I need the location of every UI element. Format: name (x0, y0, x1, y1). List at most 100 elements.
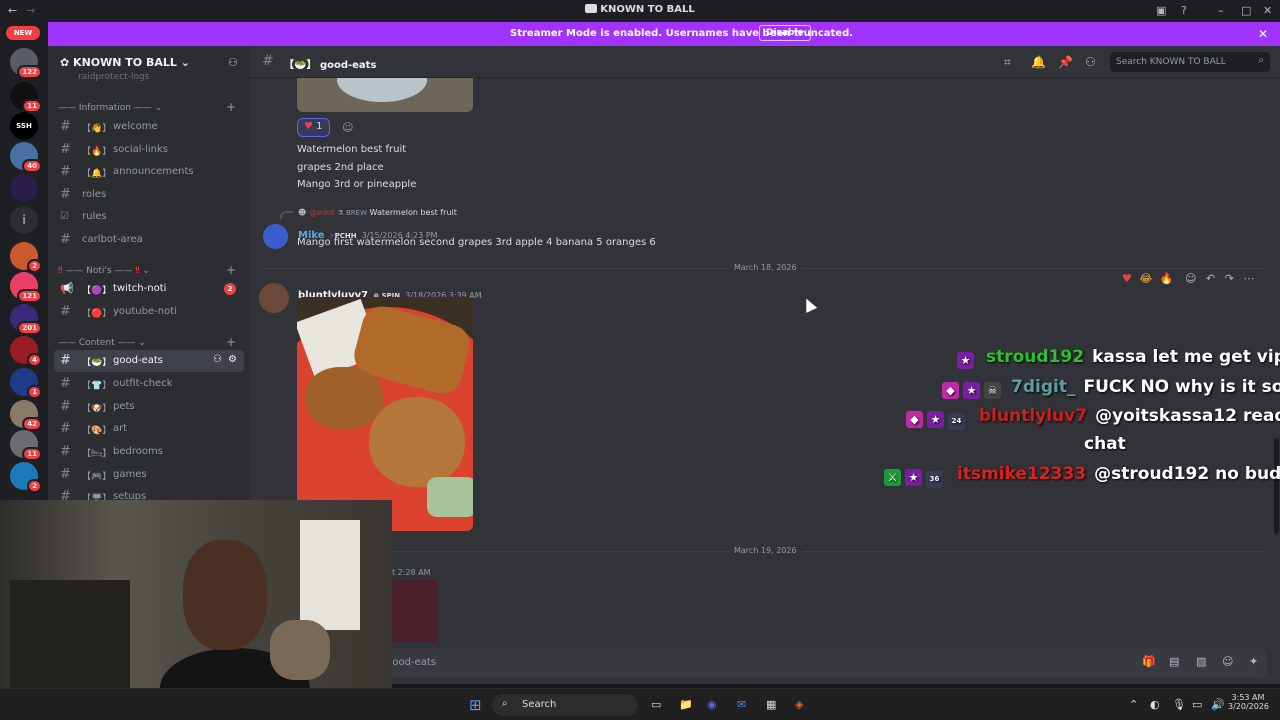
category-notis[interactable]: ‼ —— Noti's —— ‼ ⌄ (58, 266, 150, 276)
member-list-icon[interactable]: ⚇ (1085, 55, 1096, 69)
close-banner-icon[interactable]: ✕ (1258, 27, 1268, 41)
food-emoji-icon: 【🥗】 (284, 60, 320, 71)
fire-reaction-icon[interactable]: 🔥 (1160, 272, 1174, 285)
burger-image[interactable] (297, 297, 473, 531)
add-reaction-icon[interactable]: ☺ (1185, 272, 1196, 285)
hash-icon: # (60, 187, 71, 202)
app-icon[interactable]: ◈ (795, 698, 803, 711)
channel-rules[interactable]: ☑ rules (54, 206, 244, 228)
invite-icon[interactable]: ⚇ (213, 354, 222, 365)
settings-gear-icon[interactable]: ⚙ (228, 354, 237, 365)
new-badge[interactable]: NEW (6, 26, 40, 40)
reply-icon[interactable]: ↶ (1206, 272, 1215, 285)
server-icon[interactable]: 11 (10, 430, 42, 461)
minimize-icon[interactable]: – (1218, 4, 1224, 17)
search-icon: ⌕ (1258, 55, 1264, 66)
channel-announcements[interactable]: # 【🔔】 announcements (54, 161, 244, 183)
laugh-reaction-icon[interactable]: 😂 (1139, 272, 1152, 285)
gif-icon[interactable]: ▤ (1169, 655, 1179, 668)
red-circle-emoji-icon: 【🔴】 (82, 309, 112, 319)
channel-bedrooms[interactable]: # 【🛏】 bedrooms (54, 441, 244, 463)
channel-art[interactable]: # 【🎨】 art (54, 418, 244, 440)
category-content[interactable]: —— Content —— ⌄ (58, 338, 146, 348)
channel-games[interactable]: # 【🎮】 games (54, 464, 244, 486)
server-name[interactable]: ✿ KNOWN TO BALL ⌄ (60, 56, 190, 69)
heart-reaction[interactable]: ♥ 1 (297, 118, 330, 137)
channel-carlbot-area[interactable]: # carlbot-area (54, 229, 244, 251)
controller-emoji-icon: 【🎮】 (82, 472, 112, 482)
gift-icon[interactable]: 🎁 (1142, 655, 1156, 668)
server-icon[interactable]: 4 (10, 336, 42, 367)
reply-preview[interactable]: ☻ @edot ⚗ BREW Watermelon best fruit (298, 208, 457, 217)
server-icon[interactable]: SSH (10, 112, 38, 140)
channel-good-eats[interactable]: # 【🥗】 good-eats ⚇ ⚙ (54, 350, 244, 372)
pet-emoji-icon: 【🐶】 (82, 404, 112, 414)
palette-emoji-icon: 【🎨】 (82, 426, 112, 436)
category-information[interactable]: —— Information —— ⌄ (58, 103, 162, 113)
file-explorer-icon[interactable]: 📁 (679, 698, 693, 711)
add-channel-icon[interactable]: + (226, 263, 236, 277)
server-icon[interactable]: 11 (10, 82, 42, 113)
add-channel-icon[interactable]: + (226, 100, 236, 114)
server-icon[interactable] (10, 174, 38, 202)
reply-avatar-icon: ☻ (298, 208, 307, 217)
add-reaction-icon[interactable]: ☺ (342, 121, 353, 134)
task-view-icon[interactable]: ▭ (651, 698, 661, 711)
threads-icon[interactable]: ⌗ (1004, 55, 1011, 70)
food-image[interactable] (297, 78, 473, 112)
channel-pets[interactable]: # 【🐶】 pets (54, 396, 244, 418)
tray-chevron-icon[interactable]: ⌃ (1129, 698, 1138, 711)
apps-icon[interactable]: ✦ (1249, 655, 1258, 668)
server-icon[interactable]: 201 (10, 304, 42, 335)
microphone-icon[interactable]: 🎙 (1172, 698, 1186, 711)
partial-channel-label: raidprotect-logs (78, 72, 150, 82)
discord-icon[interactable]: ◉ (707, 698, 717, 711)
channel-social-links[interactable]: # 【🔥】 social-links (54, 139, 244, 161)
clock[interactable]: 3:53 AM 3/20/2026 (1228, 693, 1269, 711)
avatar[interactable] (259, 283, 289, 313)
sticker-icon[interactable]: ▨ (1196, 655, 1206, 668)
channel-welcome[interactable]: # 【👋】 welcome (54, 116, 244, 138)
channel-header: # 【🥗】 good-eats ⌗ 🔔 📌 ⚇ Search KNOWN TO … (250, 46, 1280, 78)
server-icon[interactable]: 40 (10, 142, 42, 173)
channel-youtube-noti[interactable]: # 【🔴】 youtube-noti (54, 301, 244, 323)
server-icon[interactable]: 122 (10, 48, 42, 79)
volume-icon[interactable]: 🔊 (1211, 698, 1225, 711)
channel-outfit-check[interactable]: # 【👕】 outfit-check (54, 373, 244, 395)
server-icon[interactable]: 42 (10, 400, 42, 431)
info-server-icon[interactable]: i (10, 206, 38, 234)
add-channel-icon[interactable]: + (226, 335, 236, 349)
start-icon[interactable]: ⊞ (469, 696, 482, 714)
more-options-icon[interactable]: ⋯ (1243, 272, 1254, 285)
server-icon[interactable]: 121 (10, 272, 42, 303)
server-icon[interactable]: 1 (10, 368, 42, 399)
attachment-image[interactable] (392, 580, 438, 642)
emoji-icon[interactable]: ☺ (1222, 655, 1233, 668)
hash-icon: # (60, 142, 71, 157)
outlook-icon[interactable]: ✉ (737, 698, 746, 711)
store-icon[interactable]: ▦ (766, 698, 776, 711)
scrollbar-thumb[interactable] (1274, 438, 1279, 534)
help-icon[interactable]: ? (1181, 4, 1187, 17)
tray-app-icon[interactable]: ◐ (1150, 698, 1160, 711)
avatar[interactable] (263, 224, 288, 249)
close-window-icon[interactable]: ✕ (1263, 4, 1272, 17)
search-input[interactable]: Search KNOWN TO BALL ⌕ (1110, 52, 1270, 72)
message-input[interactable]: good-eats 🎁 ▤ ▨ ☺ ✦ (266, 648, 1266, 678)
channel-roles[interactable]: # roles (54, 184, 244, 206)
message-text: Mango first watermelon second grapes 3rd… (297, 237, 656, 248)
display-icon[interactable]: ▭ (1192, 698, 1202, 711)
forward-icon[interactable]: ↷ (1225, 272, 1234, 285)
bell-icon[interactable]: 🔔 (1031, 55, 1046, 69)
channel-twitch-noti[interactable]: 📢 【🟣】 twitch-noti 2 (54, 278, 244, 300)
disable-button[interactable]: Disable (759, 25, 811, 41)
maximize-icon[interactable]: □ (1241, 4, 1251, 17)
taskbar-search[interactable]: ⌕ Search (492, 694, 638, 716)
message-line: Mango 3rd or pineapple (297, 179, 417, 190)
server-icon[interactable]: 2 (10, 242, 42, 273)
inbox-icon[interactable]: ▣ (1156, 4, 1166, 17)
server-icon[interactable]: 2 (10, 462, 42, 493)
heart-reaction-icon[interactable]: ♥ (1122, 272, 1132, 285)
add-member-icon[interactable]: ⚇ (228, 56, 238, 69)
pin-icon[interactable]: 📌 (1058, 55, 1073, 69)
